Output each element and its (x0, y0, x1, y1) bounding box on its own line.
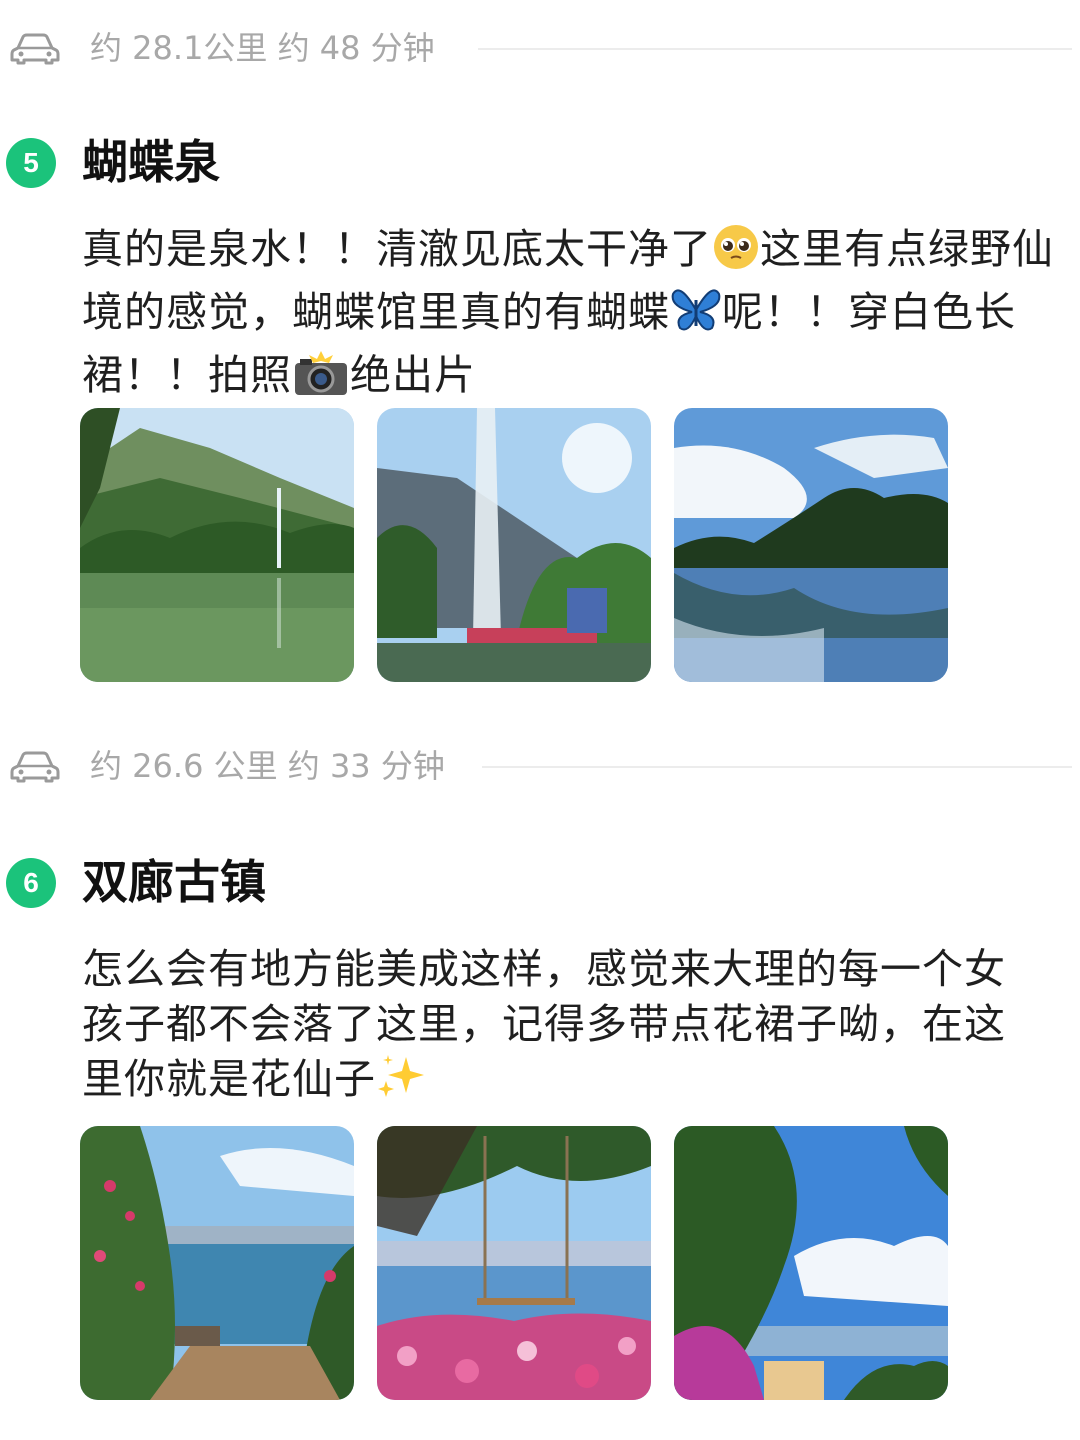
spot-description: 真的是泉水！！清澈见底太干净了 这里有点绿野仙境的感觉，蝴蝶馆里真的有蝴蝶 呢！！穿… (82, 222, 1062, 411)
spot-title: 蝴蝶泉 (82, 135, 220, 189)
desc-text: 真的是泉水！！清澈见底太干净了 (82, 225, 712, 273)
route-info-1: 约 28.1公里 约 48 分钟 (0, 18, 1080, 78)
photo-thumbnail[interactable] (80, 408, 354, 682)
spot-description: 怎么会有地方能美成这样，感觉来大理的每一个女孩子都不会落了这里，记得多带点花裙子… (82, 942, 1042, 1115)
spot-number-badge: 6 (6, 858, 56, 908)
photo-row-5 (80, 408, 980, 683)
pleading-face-emoji (712, 223, 760, 285)
photo-thumbnail[interactable] (377, 408, 651, 682)
photo-thumbnail[interactable] (80, 1126, 354, 1400)
spot-header-5: 5 蝴蝶泉 (0, 128, 1080, 198)
spot-number-badge: 5 (6, 138, 56, 188)
sparkles-emoji (376, 1053, 426, 1115)
desc-text: 绝出片 (350, 351, 476, 399)
photo-thumbnail[interactable] (674, 408, 948, 682)
spot-title: 双廊古镇 (82, 855, 266, 909)
route-divider (482, 766, 1072, 768)
photo-row-6 (80, 1126, 980, 1401)
car-icon (10, 751, 60, 783)
route-info-2: 约 26.6 公里 约 33 分钟 (0, 736, 1080, 796)
spot-header-6: 6 双廊古镇 (0, 848, 1080, 918)
butterfly-emoji (670, 286, 722, 348)
photo-thumbnail[interactable] (377, 1126, 651, 1400)
route-distance-time: 约 28.1公里 约 48 分钟 (90, 29, 435, 67)
route-divider (478, 48, 1072, 50)
car-icon (10, 33, 60, 65)
photo-thumbnail[interactable] (674, 1126, 948, 1400)
desc-text: 怎么会有地方能美成这样，感觉来大理的每一个女孩子都不会落了这里，记得多带点花裙子… (82, 945, 1006, 1103)
camera-flash-emoji (292, 349, 350, 411)
route-distance-time: 约 26.6 公里 约 33 分钟 (90, 747, 445, 785)
